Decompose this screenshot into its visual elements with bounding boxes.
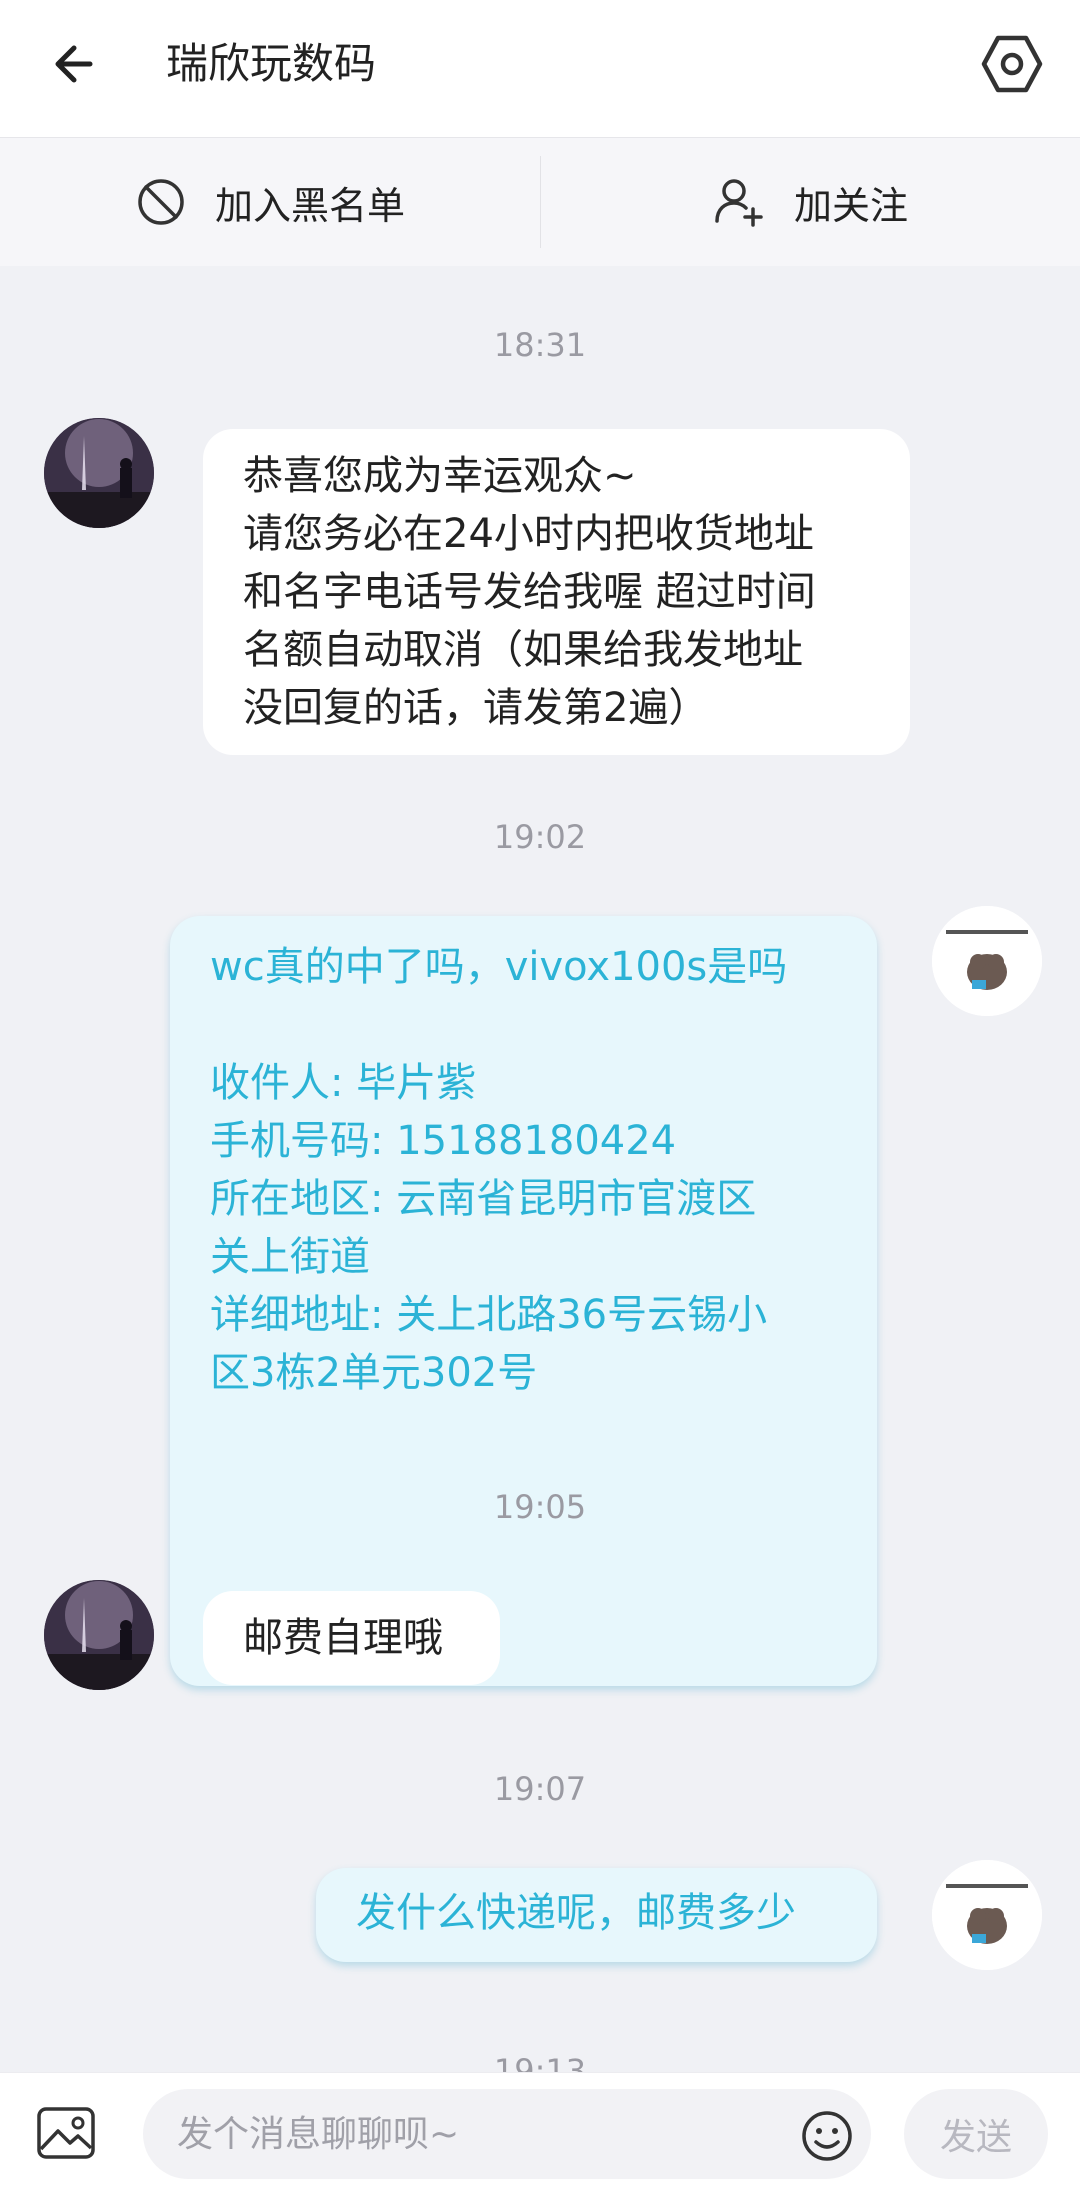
message-input[interactable] xyxy=(143,2089,871,2179)
message-bubble-incoming[interactable]: 邮费自理哦 xyxy=(203,1591,500,1685)
page-title: 瑞欣玩数码 xyxy=(166,39,377,88)
emoji-button[interactable] xyxy=(800,2109,854,2163)
follow-label: 加关注 xyxy=(793,183,908,228)
action-bar: 加入黑名单 加关注 xyxy=(0,138,1080,266)
message-bubble-outgoing[interactable]: 发什么快递呢，邮费多少 xyxy=(316,1868,877,1962)
message-input-bar: 发送 xyxy=(0,2072,1080,2193)
add-user-icon xyxy=(715,179,763,227)
send-image-button[interactable] xyxy=(34,2101,98,2165)
message-bubble-outgoing[interactable]: wc真的中了吗，vivox100s是吗 收件人: 毕片紫 手机号码: 15188… xyxy=(170,916,877,1686)
avatar-other[interactable] xyxy=(44,1580,154,1690)
avatar-self[interactable] xyxy=(932,1860,1042,1970)
follow-button[interactable]: 加关注 xyxy=(540,138,1080,266)
image-icon xyxy=(37,2107,95,2159)
send-button[interactable]: 发送 xyxy=(904,2089,1048,2179)
back-button[interactable] xyxy=(44,30,112,98)
add-to-blacklist-button[interactable]: 加入黑名单 xyxy=(0,138,540,266)
avatar-other-image xyxy=(44,418,154,528)
top-app-bar: 瑞欣玩数码 xyxy=(0,0,1080,138)
avatar-other[interactable] xyxy=(44,418,154,528)
avatar-other-image xyxy=(44,1580,154,1690)
add-to-blacklist-label: 加入黑名单 xyxy=(214,183,405,228)
message-bubble-incoming[interactable]: 恭喜您成为幸运观众~ 请您务必在24小时内把收货地址 和名字电话号发给我喔 超过… xyxy=(203,429,910,755)
arrow-left-icon xyxy=(55,45,93,83)
avatar-self[interactable] xyxy=(932,906,1042,1016)
message-timestamp: 18:31 xyxy=(493,326,587,364)
avatar-self-image xyxy=(932,1860,1042,1970)
block-icon xyxy=(138,179,184,225)
message-timestamp: 19:13 xyxy=(493,2052,587,2072)
hexagon-gear-icon xyxy=(981,35,1043,93)
avatar-self-image xyxy=(932,906,1042,1016)
message-timestamp: 19:05 xyxy=(493,1488,587,1526)
smiley-icon xyxy=(802,2111,852,2161)
chat-message-list[interactable]: 18:31 恭喜您成为幸运观众~ 请您务必在24小时内把收货地址 和名字电话号发… xyxy=(0,266,1080,2072)
message-timestamp: 19:02 xyxy=(493,818,587,856)
message-timestamp: 19:07 xyxy=(493,1770,587,1808)
settings-button[interactable] xyxy=(976,28,1048,100)
